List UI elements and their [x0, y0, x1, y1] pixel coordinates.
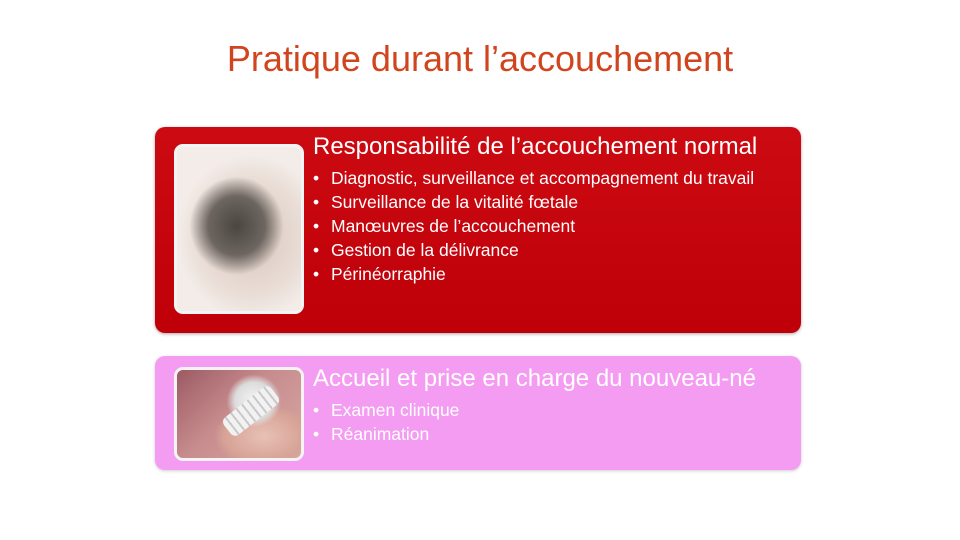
bullet-icon: • [313, 192, 320, 212]
list-item: • Gestion de la délivrance [313, 241, 791, 260]
list-item-text: Examen clinique [331, 400, 460, 420]
card-newborn-care: Accueil et prise en charge du nouveau-né… [155, 356, 801, 470]
list-item: • Surveillance de la vitalité fœtale [313, 193, 791, 212]
slide-title: Pratique durant l’accouchement [226, 38, 734, 79]
bullet-icon: • [313, 240, 320, 260]
newborn-resuscitation-photo [174, 367, 304, 461]
card-text: Responsabilité de l’accouchement normal … [313, 133, 795, 289]
slide: Pratique durant l’accouchement Responsab… [0, 0, 960, 540]
list-item-text: Périnéorraphie [331, 264, 446, 284]
bullet-icon: • [313, 264, 320, 284]
newborn-head-photo [174, 144, 304, 314]
list-item: • Examen clinique [313, 401, 795, 420]
list-item: • Réanimation [313, 425, 795, 444]
list-item-text: Manœuvres de l’accouchement [331, 216, 576, 236]
bullet-list: • Diagnostic, surveillance et accompagnem… [313, 169, 795, 284]
aspiration-tube-shape [220, 383, 282, 439]
bullet-icon: • [313, 400, 320, 420]
list-item: • Périnéorraphie [313, 265, 791, 284]
card-delivery-responsibility: Responsabilité de l’accouchement normal … [155, 127, 801, 333]
bullet-list: • Examen clinique • Réanimation [313, 401, 795, 444]
card-text: Accueil et prise en charge du nouveau-né… [313, 365, 795, 449]
bullet-icon: • [313, 216, 320, 236]
list-item-text: Réanimation [331, 424, 430, 444]
bullet-icon: • [313, 168, 320, 188]
list-item: • Diagnostic, surveillance et accompagnem… [313, 169, 791, 188]
list-item: • Manœuvres de l’accouchement [313, 217, 791, 236]
list-item-text: Diagnostic, surveillance et accompagneme… [331, 168, 755, 188]
list-item-text: Surveillance de la vitalité fœtale [331, 192, 579, 212]
card-heading: Accueil et prise en charge du nouveau-né [313, 365, 756, 392]
bullet-icon: • [313, 424, 320, 444]
list-item-text: Gestion de la délivrance [331, 240, 519, 260]
card-heading: Responsabilité de l’accouchement normal [313, 133, 758, 160]
